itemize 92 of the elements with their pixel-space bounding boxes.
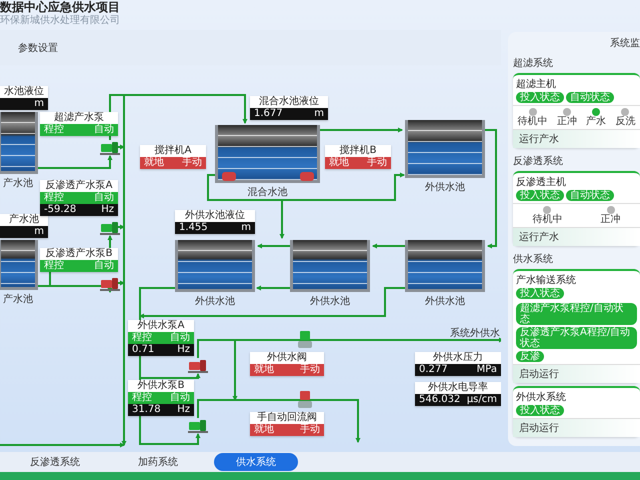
status-pill: 超滤产水泵程控/自动状态 (516, 303, 637, 325)
valve-icon[interactable] (298, 331, 312, 349)
pump-icon[interactable] (100, 221, 120, 235)
status-pill: 投入状态 (516, 92, 564, 103)
run-status: 启动运行 (513, 418, 640, 437)
reading-unit: Hz (101, 204, 114, 216)
reading-value: 1.677 (254, 108, 283, 120)
status-pill: 投入状态 (516, 190, 564, 201)
mode-badge: 就地 手动 (325, 157, 391, 169)
mixer-title: 搅拌机A (140, 145, 206, 157)
system-tab[interactable]: 反渗透系统 (8, 453, 102, 471)
pump-icon[interactable] (100, 277, 120, 291)
pump-icon[interactable] (100, 141, 120, 155)
run-status: 运行产水 (513, 129, 640, 148)
pump-icon[interactable] (188, 359, 208, 373)
mode-badge: 程控 自动 (128, 392, 194, 404)
reading-value: 0.71 (132, 344, 154, 356)
tank-caption: 混合水池 (248, 186, 288, 199)
step-label: 正冲 (600, 214, 621, 225)
step-label: 产水 (586, 116, 606, 127)
mode-badge: 就地 手动 (250, 364, 324, 376)
system-tab[interactable]: 加药系统 (116, 453, 200, 471)
reading-unit: m (314, 108, 324, 120)
tank-caption: 外供水池 (425, 180, 465, 194)
section-heading: 反渗透系统 (513, 154, 564, 168)
section-heading: 供水系统 (513, 252, 554, 266)
tank-caption: 外供水池 (310, 294, 350, 308)
pump-title: 反渗透产水泵A (40, 180, 118, 192)
pipe-line (257, 244, 290, 248)
pipe-line (372, 244, 405, 248)
mixer-title: 搅拌机B (325, 145, 391, 157)
status-pill: 反渗 (516, 351, 544, 362)
water-tank-drawing (0, 112, 38, 174)
tank-caption: 外供水池 (425, 294, 465, 308)
mode-badge: 程控 自动 (128, 332, 194, 344)
pump-title: 超滤产水泵 (40, 112, 118, 124)
valve-title: 手自动回流阀 (250, 412, 324, 424)
water-tank-drawing (0, 240, 38, 290)
status-pill: 投入状态 (516, 405, 564, 416)
reading-unit: m (34, 98, 44, 110)
gauge-title: 外供水池液位 (175, 210, 255, 222)
panel-title: 系统监 (609, 36, 640, 50)
pump-title: 外供水泵B (128, 380, 194, 392)
instrument-title: 外供水电导率 (415, 382, 501, 394)
step-label: 待机中 (518, 116, 548, 127)
step-label: 正冲 (556, 116, 577, 127)
pump-title: 外供水泵A (128, 320, 194, 332)
pump-title: 反渗透产水泵B (40, 248, 118, 260)
gauge-title: 水池液位 (0, 86, 48, 98)
reading-unit: Hz (177, 344, 190, 356)
card-title: 超滤主机 (516, 78, 558, 91)
settings-link[interactable]: 参数设置 (18, 40, 58, 54)
tank-caption: 产水池 (3, 292, 33, 306)
reading-value: 0.277 (419, 364, 448, 376)
section-heading: 超滤系统 (513, 56, 554, 70)
reading-unit: Hz (177, 404, 190, 416)
outlet-label: 系统外供水 (450, 328, 500, 339)
gauge-title: 混合水池液位 (250, 96, 328, 108)
reading-unit: MPa (476, 364, 497, 376)
run-status: 启动运行 (513, 364, 640, 383)
step-label: 待机中 (532, 214, 562, 225)
status-pill: 投入状态 (516, 288, 564, 299)
card-title: 外供水系统 (516, 390, 568, 404)
company-name: 环保新城供水处理有限公司 (0, 15, 121, 27)
system-tab[interactable]: 供水系统 (214, 453, 298, 471)
reading-value: 31.78 (132, 404, 161, 416)
reading-unit: μs/cm (466, 394, 497, 406)
mode-badge: 程控 自动 (40, 192, 118, 204)
pump-icon[interactable] (188, 419, 208, 433)
status-pill: 反渗透产水泵A程控/自动状态 (516, 327, 637, 349)
reading-value: -59.28 (44, 204, 76, 216)
mode-badge: 程控 自动 (40, 260, 118, 272)
tank-caption: 产水池 (3, 176, 33, 190)
app-title: 数据中心应急供水项目 (0, 0, 121, 14)
step-label: 反洗 (615, 116, 636, 127)
mode-badge: 就地 手动 (140, 157, 206, 169)
gauge-title: 产水池 (0, 214, 48, 226)
mode-badge: 程控 自动 (40, 124, 118, 136)
instrument-title: 外供水压力 (415, 352, 501, 364)
reading-value: 1.455 (179, 222, 208, 234)
card-title: 产水输送系统 (516, 274, 578, 287)
reading-unit: m (241, 222, 251, 234)
tank-caption: 外供水池 (195, 294, 235, 308)
mode-badge: 就地 手动 (250, 424, 324, 436)
status-pill: 自动状态 (566, 190, 614, 201)
run-status: 运行产水 (513, 227, 640, 246)
card-title: 反渗透主机 (516, 176, 568, 189)
status-pill: 自动状态 (566, 92, 614, 103)
reading-value: 546.032 (419, 394, 460, 406)
reading-unit: m (34, 226, 44, 238)
valve-title: 外供水阀 (250, 352, 324, 364)
valve-icon[interactable] (298, 391, 312, 409)
